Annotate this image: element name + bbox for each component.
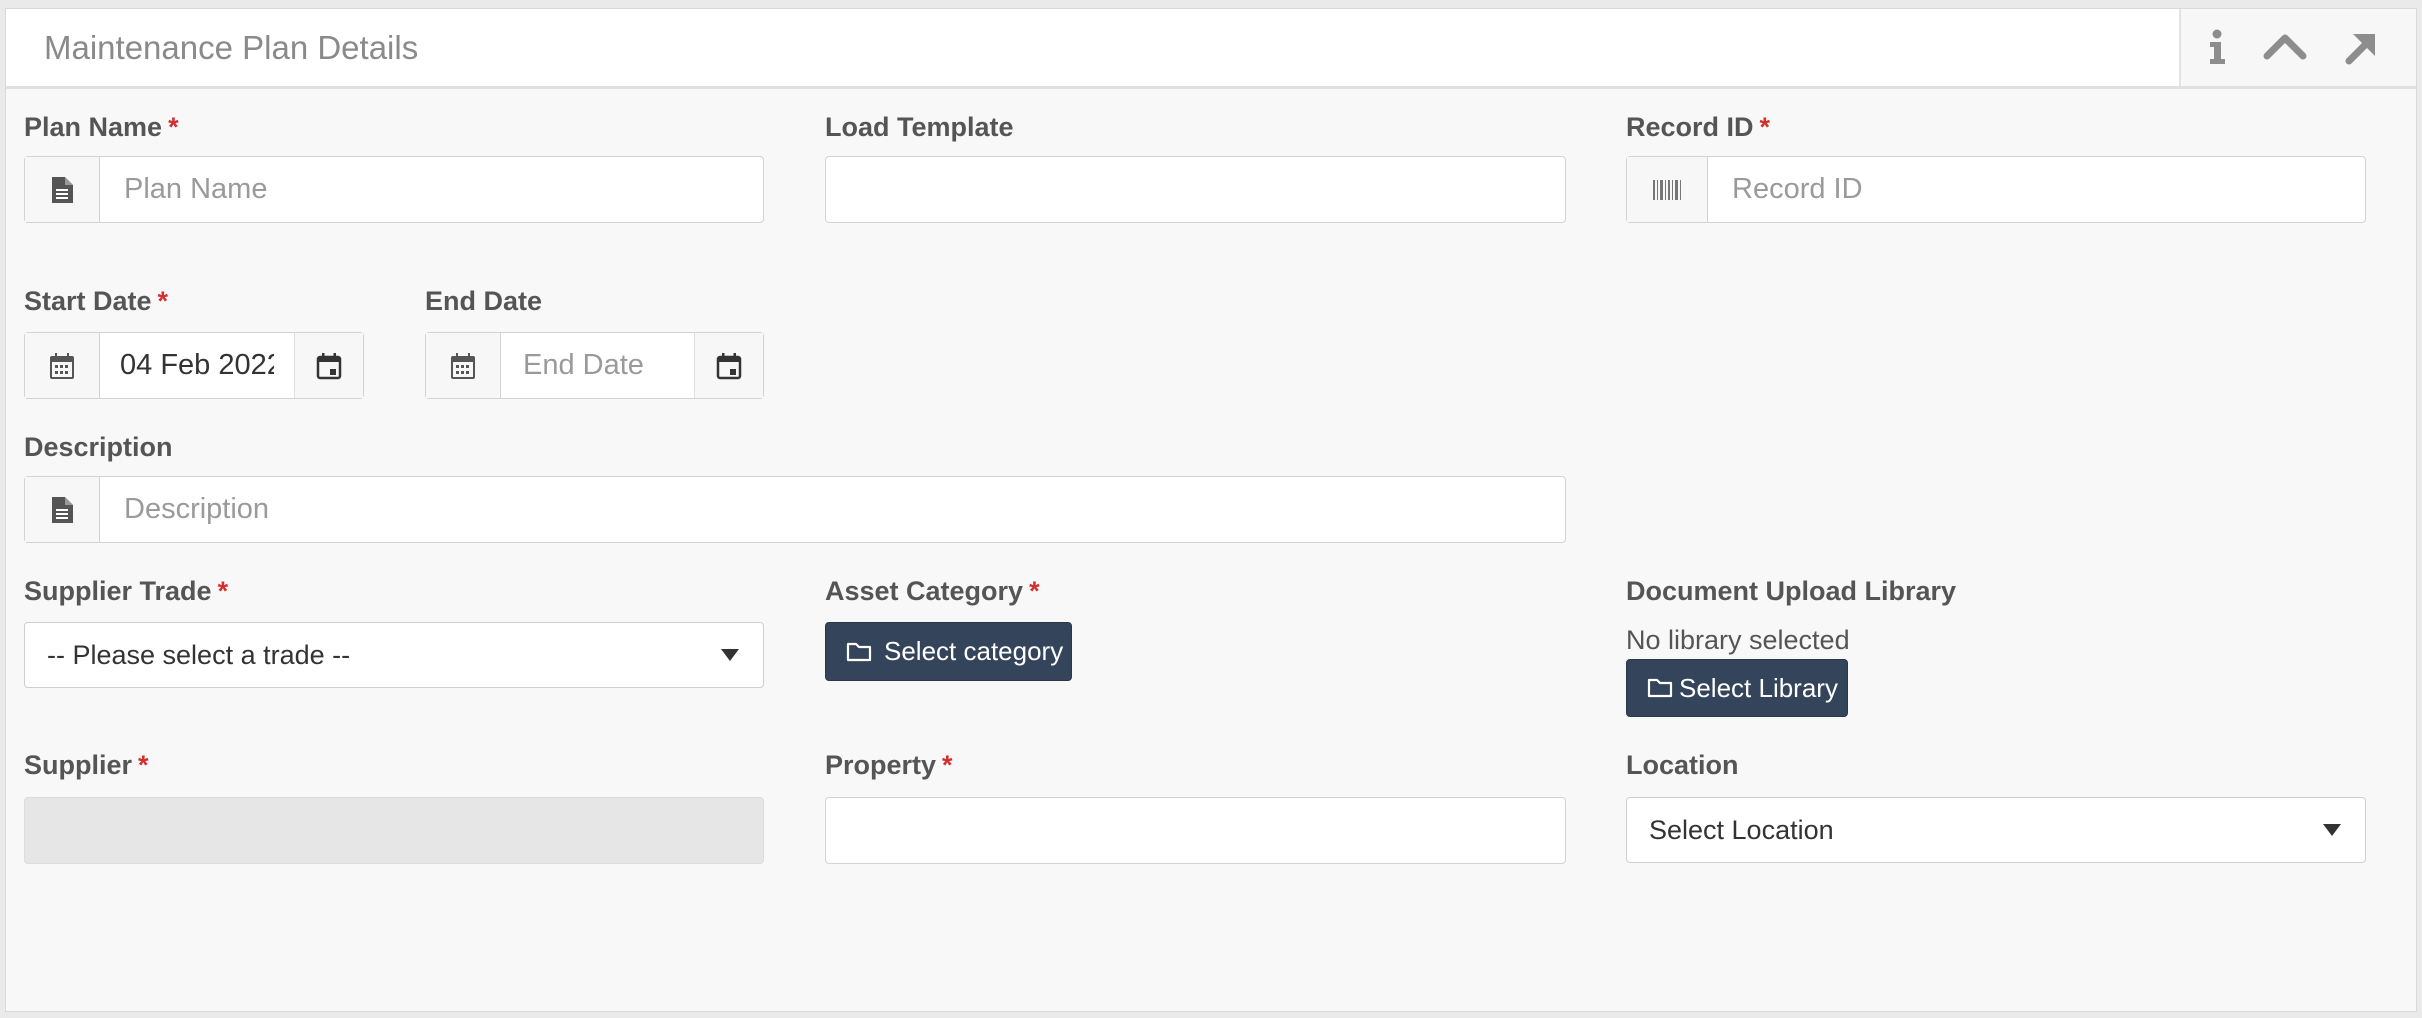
property-input[interactable] [825,797,1566,864]
plan-name-input[interactable] [100,157,763,222]
caret-down-icon [721,649,739,661]
location-label: Location [1626,750,1739,780]
description-input[interactable] [100,477,1565,542]
supplier-input [24,797,764,864]
folder-icon [846,642,872,661]
calendar-pick-icon[interactable] [294,333,363,398]
supplier-label: Supplier * [24,750,149,780]
location-selected: Select Location [1649,814,1834,845]
end-date-input[interactable] [501,333,694,398]
document-icon [25,477,100,542]
supplier-trade-select[interactable]: -- Please select a trade -- [24,622,764,688]
description-group [24,476,1566,543]
end-date-group [425,332,764,399]
arrow-up-right-icon[interactable] [2339,25,2383,69]
panel-header: Maintenance Plan Details [6,9,2416,89]
supplier-trade-selected: -- Please select a trade -- [47,639,351,670]
load-template-input[interactable] [825,156,1566,223]
folder-icon [1647,678,1673,698]
document-library-label: Document Upload Library [1626,576,1957,606]
select-library-button[interactable]: Select Library [1626,659,1848,717]
supplier-trade-label: Supplier Trade * [24,576,229,606]
calendar-pick-icon[interactable] [694,333,763,398]
chevron-up-icon[interactable] [2263,25,2307,69]
calendar-icon [25,333,100,398]
calendar-icon [426,333,501,398]
record-id-label: Record ID * [1626,112,1771,142]
header-tools [2179,9,2416,86]
location-select[interactable]: Select Location [1626,797,2366,863]
caret-down-icon [2323,824,2341,836]
start-date-label: Start Date * [24,286,169,316]
plan-name-group [24,156,764,223]
plan-name-label: Plan Name * [24,112,179,142]
description-label: Description [24,432,173,462]
property-label: Property * [825,750,953,780]
barcode-icon [1627,157,1708,222]
load-template-label: Load Template [825,112,1014,142]
asset-category-label: Asset Category * [825,576,1040,606]
record-id-group [1626,156,2366,223]
record-id-input[interactable] [1708,157,2365,222]
start-date-group [24,332,364,399]
info-icon[interactable] [2195,25,2239,69]
select-category-button[interactable]: Select category [825,622,1072,681]
library-status-text: No library selected [1626,625,1850,655]
document-icon [25,157,100,222]
start-date-input[interactable] [100,333,294,398]
panel-title: Maintenance Plan Details [44,29,419,66]
end-date-label: End Date [425,286,543,316]
